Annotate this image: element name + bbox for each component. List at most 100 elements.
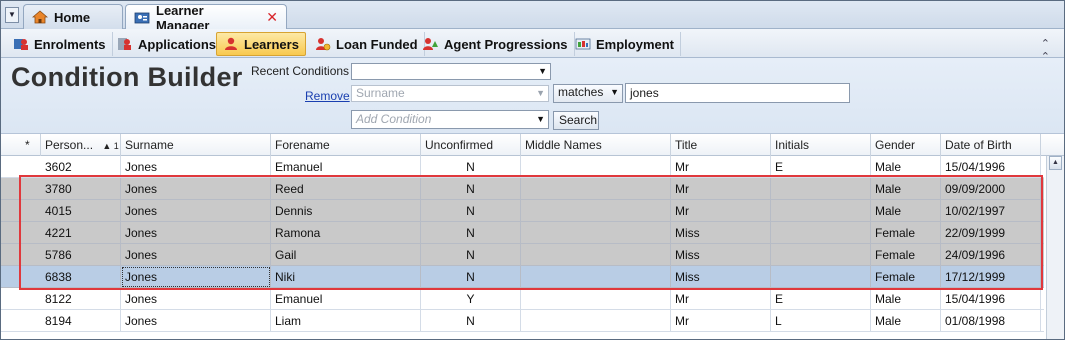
cell-surname[interactable]: Jones <box>121 266 271 288</box>
header-middle-names[interactable]: Middle Names <box>521 134 671 156</box>
cell-surname[interactable]: Jones <box>121 156 271 178</box>
cell-title[interactable]: Mr <box>671 156 771 178</box>
search-button[interactable]: Search <box>553 111 599 130</box>
table-row[interactable]: 8122 Jones Emanuel Y Mr E Male 15/04/199… <box>1 288 1044 310</box>
cell-gender[interactable]: Male <box>871 288 941 310</box>
cell-unconfirmed[interactable]: N <box>421 178 521 200</box>
ribbon-tab-employment[interactable]: Employment <box>569 32 682 56</box>
cell-initials[interactable] <box>771 222 871 244</box>
cell-date-of-birth[interactable]: 10/02/1997 <box>941 200 1041 222</box>
header-initials[interactable]: Initials <box>771 134 871 156</box>
cell-forename[interactable]: Liam <box>271 310 421 332</box>
ribbon-tab-enrolments[interactable]: Enrolments <box>7 32 113 56</box>
cell-forename[interactable]: Reed <box>271 178 421 200</box>
header-title[interactable]: Title <box>671 134 771 156</box>
ribbon-tab-learners[interactable]: Learners <box>216 32 306 56</box>
close-tab-icon[interactable]: ✕ <box>266 9 278 26</box>
cell-initials[interactable]: L <box>771 310 871 332</box>
tab-learner-manager[interactable]: Learner Manager ✕ <box>125 3 287 33</box>
vertical-scrollbar[interactable]: ▲ <box>1046 156 1064 339</box>
cell-forename[interactable]: Gail <box>271 244 421 266</box>
cell-title[interactable]: Mr <box>671 288 771 310</box>
cell-surname[interactable]: Jones <box>121 200 271 222</box>
cell-surname[interactable]: Jones <box>121 310 271 332</box>
cell-person[interactable]: 6838 <box>41 266 121 288</box>
cell-gender[interactable]: Female <box>871 266 941 288</box>
table-row[interactable]: 3602 Jones Emanuel N Mr E Male 15/04/199… <box>1 156 1044 178</box>
recent-conditions-select[interactable]: ▼ <box>351 63 551 80</box>
cell-middle-names[interactable] <box>521 288 671 310</box>
cell-middle-names[interactable] <box>521 178 671 200</box>
tab-home[interactable]: Home <box>23 4 123 29</box>
ribbon-tab-agent-progressions[interactable]: Agent Progressions <box>417 32 575 56</box>
cell-unconfirmed[interactable]: N <box>421 244 521 266</box>
header-surname[interactable]: Surname <box>121 134 271 156</box>
cell-title[interactable]: Mr <box>671 310 771 332</box>
cell-surname[interactable]: Jones <box>121 288 271 310</box>
cell-surname[interactable]: Jones <box>121 222 271 244</box>
cell-surname[interactable]: Jones <box>121 178 271 200</box>
cell-forename[interactable]: Ramona <box>271 222 421 244</box>
cell-date-of-birth[interactable]: 15/04/1996 <box>941 288 1041 310</box>
cell-date-of-birth[interactable]: 09/09/2000 <box>941 178 1041 200</box>
cell-gender[interactable]: Male <box>871 156 941 178</box>
cell-forename[interactable]: Niki <box>271 266 421 288</box>
table-row[interactable]: 3780 Jones Reed N Mr Male 09/09/2000 <box>1 178 1044 200</box>
cell-person[interactable]: 4221 <box>41 222 121 244</box>
table-row[interactable]: 5786 Jones Gail N Miss Female 24/09/1996 <box>1 244 1044 266</box>
cell-date-of-birth[interactable]: 15/04/1996 <box>941 156 1041 178</box>
header-gender[interactable]: Gender <box>871 134 941 156</box>
cell-middle-names[interactable] <box>521 266 671 288</box>
cell-unconfirmed[interactable]: N <box>421 156 521 178</box>
cell-initials[interactable]: E <box>771 288 871 310</box>
header-person[interactable]: Person... ▲ 1 <box>41 134 121 156</box>
cell-date-of-birth[interactable]: 22/09/1999 <box>941 222 1041 244</box>
table-row[interactable]: 6838 Jones Niki N Miss Female 17/12/1999 <box>1 266 1044 288</box>
cell-gender[interactable]: Female <box>871 222 941 244</box>
cell-person[interactable]: 8122 <box>41 288 121 310</box>
table-row[interactable]: 4221 Jones Ramona N Miss Female 22/09/19… <box>1 222 1044 244</box>
cell-gender[interactable]: Male <box>871 178 941 200</box>
condition-criteria-input[interactable]: jones <box>625 83 850 103</box>
cell-middle-names[interactable] <box>521 200 671 222</box>
cell-title[interactable]: Mr <box>671 178 771 200</box>
add-condition-select[interactable]: Add Condition ▼ <box>351 110 549 129</box>
cell-forename[interactable]: Emanuel <box>271 156 421 178</box>
header-forename[interactable]: Forename <box>271 134 421 156</box>
remove-condition-link[interactable]: Remove <box>305 89 350 103</box>
cell-title[interactable]: Miss <box>671 222 771 244</box>
cell-gender[interactable]: Male <box>871 200 941 222</box>
cell-middle-names[interactable] <box>521 244 671 266</box>
cell-unconfirmed[interactable]: N <box>421 200 521 222</box>
table-row[interactable]: 4015 Jones Dennis N Mr Male 10/02/1997 <box>1 200 1044 222</box>
cell-person[interactable]: 4015 <box>41 200 121 222</box>
cell-forename[interactable]: Dennis <box>271 200 421 222</box>
cell-middle-names[interactable] <box>521 222 671 244</box>
cell-date-of-birth[interactable]: 17/12/1999 <box>941 266 1041 288</box>
cell-person[interactable]: 3780 <box>41 178 121 200</box>
cell-title[interactable]: Miss <box>671 244 771 266</box>
condition-operator-select[interactable]: matches ▼ <box>553 84 623 103</box>
ribbon-tab-applications[interactable]: Applications <box>111 32 224 56</box>
cell-surname[interactable]: Jones <box>121 244 271 266</box>
cell-initials[interactable]: E <box>771 156 871 178</box>
cell-title[interactable]: Miss <box>671 266 771 288</box>
cell-initials[interactable] <box>771 200 871 222</box>
cell-person[interactable]: 8194 <box>41 310 121 332</box>
cell-forename[interactable]: Emanuel <box>271 288 421 310</box>
cell-middle-names[interactable] <box>521 156 671 178</box>
cell-initials[interactable] <box>771 244 871 266</box>
condition-field-select[interactable]: Surname ▼ <box>351 85 549 102</box>
cell-title[interactable]: Mr <box>671 200 771 222</box>
header-date-of-birth[interactable]: Date of Birth <box>941 134 1041 156</box>
cell-date-of-birth[interactable]: 24/09/1996 <box>941 244 1041 266</box>
cell-unconfirmed[interactable]: N <box>421 222 521 244</box>
cell-unconfirmed[interactable]: N <box>421 310 521 332</box>
cell-initials[interactable] <box>771 178 871 200</box>
cell-gender[interactable]: Male <box>871 310 941 332</box>
ribbon-tab-loan-funded[interactable]: Loan Funded <box>309 32 425 56</box>
cell-unconfirmed[interactable]: N <box>421 266 521 288</box>
cell-gender[interactable]: Female <box>871 244 941 266</box>
header-unconfirmed[interactable]: Unconfirmed <box>421 134 521 156</box>
header-row-indicator[interactable]: * <box>21 134 41 156</box>
